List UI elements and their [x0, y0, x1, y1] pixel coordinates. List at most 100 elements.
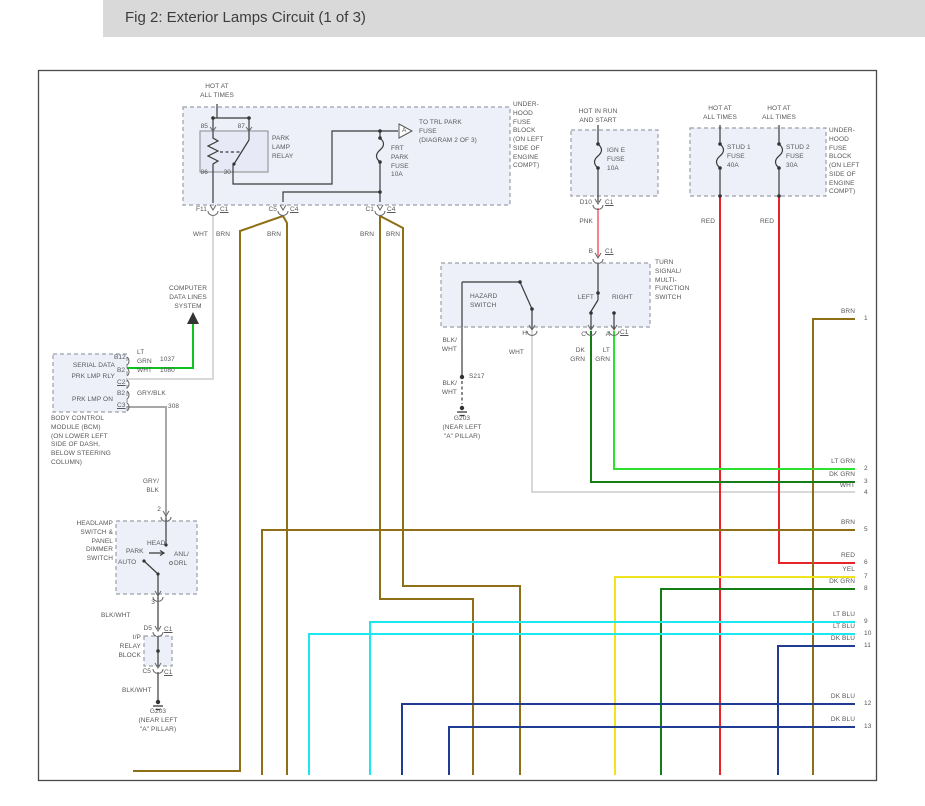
label-underhood-2: UNDER- HOOD FUSE BLOCK (ON LEFT SIDE OF …: [829, 127, 859, 197]
label-blk-wht-stack-1: BLK/ WHT: [442, 337, 457, 355]
label-c1-e: C1: [164, 669, 173, 678]
label-s217: S217: [469, 373, 485, 382]
label-a: A: [606, 331, 610, 340]
label-c4-b: C4: [387, 206, 396, 215]
label-left: LEFT: [578, 294, 594, 303]
label-frt-park-fuse: FRT PARK FUSE 10A: [391, 145, 409, 180]
right-wire-color-4: WHT: [840, 482, 855, 491]
right-wire-num-6: 6: [864, 559, 868, 568]
label-brn-3: BRN: [360, 231, 374, 240]
label-c3: C3: [117, 402, 126, 411]
right-wire-num-11: 11: [864, 642, 871, 651]
label-near-left-b: (NEAR LEFT "A" PILLAR): [443, 424, 482, 442]
right-wire-num-7: 7: [864, 573, 868, 582]
label-1037: 1037: [160, 356, 175, 365]
label-headlamp-switch: HEADLAMP SWITCH & PANEL DIMMER SWITCH: [76, 520, 113, 564]
label-right: RIGHT: [612, 294, 633, 303]
right-wire-color-9: LT BLU: [833, 611, 855, 620]
right-wire-num-1: 1: [864, 315, 868, 324]
label-pin-2: 2: [157, 506, 161, 515]
label-lt-grn-stack-2: LT GRN: [595, 347, 610, 365]
label-brn-1: BRN: [216, 231, 230, 240]
label-b2-a: B2: [117, 367, 125, 376]
label-prk-lmp-on: PRK LMP ON: [72, 396, 113, 405]
right-wire-color-13: DK BLU: [831, 716, 855, 725]
right-wire-color-6: RED: [841, 552, 855, 561]
label-b: B: [589, 248, 593, 257]
label-blk-wht-2: BLK/WHT: [122, 687, 152, 696]
label-g203-b: G203: [454, 415, 470, 424]
label-c1-f: C1: [605, 248, 614, 257]
label-lt-grn-stack: LT GRN: [137, 349, 152, 367]
label-stud1-fuse: STUD 1 FUSE 40A: [727, 144, 751, 170]
label-c: C: [581, 331, 586, 340]
label-hazard-switch: HAZARD SWITCH: [470, 293, 497, 311]
label-blk-wht-1: BLK/WHT: [101, 612, 131, 621]
label-ip-relay-block: I/P RELAY BLOCK: [118, 634, 141, 660]
label-dk-grn-stack: DK GRN: [570, 347, 585, 365]
right-wire-color-11: DK BLU: [831, 635, 855, 644]
label-to-trl-park-fuse: TO TRL PARK FUSE (DIAGRAM 2 OF 3): [419, 119, 477, 145]
label-g203-a: G203: [150, 708, 166, 717]
label-wht-2: WHT: [137, 367, 152, 376]
label-near-left-a: (NEAR LEFT "A" PILLAR): [139, 717, 178, 735]
label-stud2-fuse: STUD 2 FUSE 30A: [786, 144, 810, 170]
wiring-diagram-page: Fig 2: Exterior Lamps Circuit (1 of 3): [0, 0, 925, 806]
label-anl-drl: ANL/ DRL: [174, 551, 189, 569]
label-hot-at-all-times-1: HOT AT ALL TIMES: [200, 83, 234, 101]
right-wire-num-3: 3: [864, 478, 868, 487]
right-wire-num-10: 10: [864, 630, 871, 639]
right-wire-color-7: YEL: [842, 566, 855, 575]
label-h: H: [522, 330, 527, 339]
label-pin85: 85: [201, 123, 208, 132]
label-wht-3: WHT: [509, 349, 524, 358]
label-c1-g: C1: [620, 329, 629, 338]
label-pin30: 30: [224, 169, 231, 178]
label-computer-data-lines: COMPUTER DATA LINES SYSTEM: [169, 285, 207, 311]
label-c5: C5: [268, 206, 277, 215]
label-c5-b: C5: [142, 668, 151, 677]
right-wire-num-5: 5: [864, 526, 868, 535]
label-308: 308: [168, 403, 179, 412]
label-head: HEAD: [147, 540, 165, 549]
right-wire-num-2: 2: [864, 465, 868, 474]
label-hot-in-run: HOT IN RUN AND START: [579, 108, 618, 126]
right-wire-num-12: 12: [864, 700, 871, 709]
label-brn-2: BRN: [267, 231, 281, 240]
label-c1-d: C1: [164, 626, 173, 635]
label-park-lamp-relay: PARK LAMP RELAY: [272, 135, 293, 161]
right-wire-num-8: 8: [864, 585, 868, 594]
label-bcm-location: BODY CONTROL MODULE (BCM) (ON LOWER LEFT…: [51, 415, 111, 468]
label-auto: AUTO: [118, 559, 136, 568]
label-pin86: 86: [201, 169, 208, 178]
label-ign-e-fuse: IGN E FUSE 10A: [607, 147, 625, 173]
label-brn-4: BRN: [386, 231, 400, 240]
right-wire-color-10: LT BLU: [833, 623, 855, 632]
label-prk-lmp-rly: PRK LMP RLY: [72, 373, 116, 382]
label-triangle-a: A: [402, 127, 406, 136]
label-turn-signal-switch: TURN SIGNAL/ MULTI- FUNCTION SWITCH: [655, 259, 689, 303]
right-wire-num-13: 13: [864, 723, 871, 732]
right-wire-color-5: BRN: [841, 519, 855, 528]
right-wire-color-2: LT GRN: [831, 458, 855, 467]
label-serial-data: SERIAL DATA: [73, 362, 115, 371]
right-wire-color-12: DK BLU: [831, 693, 855, 702]
label-gry-blk: GRY/BLK: [137, 390, 166, 399]
label-wht-1: WHT: [193, 231, 208, 240]
label-c1-c: C1: [605, 199, 614, 208]
label-b2-b: B2: [117, 390, 125, 399]
label-pin87: 87: [238, 123, 245, 132]
right-wire-color-1: BRN: [841, 308, 855, 317]
label-1080: 1080: [160, 367, 175, 376]
label-hot-at-all-times-3: HOT AT ALL TIMES: [762, 105, 796, 123]
label-park: PARK: [126, 548, 144, 557]
right-wire-num-4: 4: [864, 489, 868, 498]
label-f11: F11: [196, 206, 207, 215]
right-wire-num-9: 9: [864, 618, 868, 627]
label-d5: D5: [143, 625, 152, 634]
label-c1-b: C1: [365, 206, 374, 215]
label-c4-a: C4: [290, 206, 299, 215]
label-red-1: RED: [701, 218, 715, 227]
label-blk-wht-stack-2: BLK/ WHT: [442, 380, 457, 398]
label-b12: B12: [114, 354, 126, 363]
